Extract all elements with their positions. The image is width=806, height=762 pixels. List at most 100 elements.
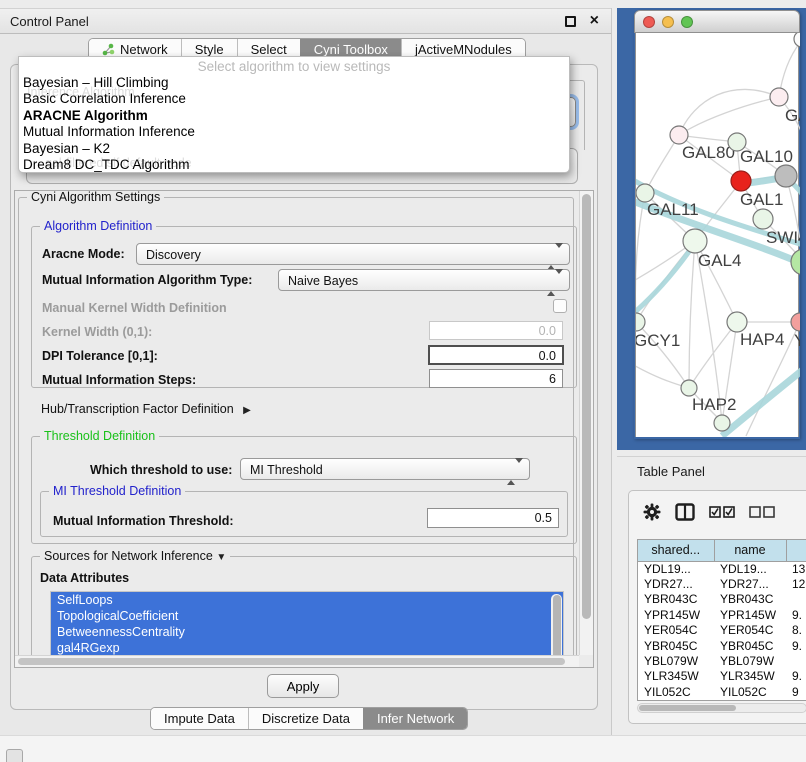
collapsed-arrow-icon[interactable]: ▶	[243, 405, 251, 416]
table-row[interactable]: YBR043CYBR043C	[638, 592, 806, 607]
stepper-arrows-icon	[547, 274, 563, 292]
attribute-list-item[interactable]: SelfLoops	[51, 592, 563, 608]
apply-button[interactable]: Apply	[267, 674, 339, 698]
network-node[interactable]	[775, 165, 797, 187]
tab-impute-data[interactable]: Impute Data	[151, 708, 248, 729]
network-node-hap4[interactable]	[727, 312, 747, 332]
mi-steps-field[interactable]: 6	[429, 369, 563, 388]
network-node-swi4[interactable]	[753, 209, 773, 229]
network-node-hap2[interactable]	[681, 380, 697, 396]
table-cell: 13	[786, 561, 806, 576]
attribute-list-item[interactable]: BetweennessCentrality	[51, 624, 563, 640]
algorithm-option[interactable]: Bayesian – K2	[21, 141, 567, 157]
table-cell: YIL052C	[638, 684, 714, 699]
mi-threshold-label: Mutual Information Threshold:	[53, 514, 234, 528]
table-row[interactable]: YLR345WYLR345W9.	[638, 669, 806, 684]
tab-label: Infer Network	[377, 711, 454, 726]
maximize-window-button[interactable]	[681, 16, 693, 28]
network-node-gal1[interactable]	[731, 171, 751, 191]
table-cell	[786, 592, 806, 607]
node-label: GAL	[785, 106, 800, 125]
split-pane-icon[interactable]	[675, 503, 695, 521]
table-row[interactable]: YIL052CYIL052C9	[638, 684, 806, 699]
node-label: GAL80	[682, 143, 735, 162]
table-cell: YBR043C	[638, 592, 714, 607]
algorithm-option[interactable]: Dream8 DC_TDC Algorithm	[21, 157, 567, 173]
attribute-list-item[interactable]: TopologicalCoefficient	[51, 608, 563, 624]
network-node[interactable]	[714, 415, 730, 431]
algorithm-option[interactable]: Bayesian – Hill Climbing	[21, 75, 567, 91]
attribute-list-item[interactable]: gal4RGexp	[51, 640, 563, 656]
aracne-mode-combobox[interactable]: Discovery	[136, 243, 570, 265]
close-window-button[interactable]	[643, 16, 655, 28]
hub-definition-toggle[interactable]: Hub/Transcription Factor Definition ▶	[41, 402, 251, 416]
network-window-titlebar[interactable]	[634, 10, 800, 33]
node-label: GAL4	[698, 251, 741, 270]
column-header[interactable]: A	[786, 540, 806, 561]
node-label: GCY1	[636, 331, 680, 350]
expanded-arrow-icon[interactable]: ▼	[216, 552, 226, 563]
settings-horizontal-scrollbar[interactable]	[15, 655, 579, 667]
table-toolbar	[643, 503, 806, 521]
tab-label: Select	[251, 42, 287, 57]
algorithm-definition-legend: Algorithm Definition	[40, 219, 156, 233]
which-threshold-combobox[interactable]: MI Threshold	[240, 458, 530, 480]
algorithm-option[interactable]: Mutual Information Inference	[21, 124, 567, 140]
column-header[interactable]: name	[714, 540, 786, 561]
network-node[interactable]	[794, 33, 800, 47]
mi-type-combobox[interactable]: Naive Bayes	[278, 269, 570, 291]
select-all-icon[interactable]	[709, 505, 735, 519]
threshold-definition-legend: Threshold Definition	[40, 429, 159, 443]
table-horizontal-scrollbar[interactable]	[637, 703, 806, 713]
minimized-panel-icon[interactable]	[6, 749, 23, 762]
float-panel-icon[interactable]	[565, 16, 576, 27]
mi-threshold-field[interactable]: 0.5	[427, 508, 559, 528]
kernel-width-field[interactable]: 0.0	[429, 321, 563, 340]
node-label: HAP2	[692, 395, 736, 414]
dpi-tolerance-field[interactable]: 0.0	[428, 345, 564, 365]
network-node-gal80[interactable]	[670, 126, 688, 144]
column-header[interactable]: shared...	[638, 540, 714, 561]
settings-vertical-scrollbar[interactable]	[579, 191, 593, 655]
network-node[interactable]	[791, 249, 800, 275]
table-panel-divider	[617, 456, 806, 457]
table-row[interactable]: YBR045CYBR045C9.	[638, 638, 806, 653]
table-cell: 9.	[786, 638, 806, 653]
tab-discretize-data[interactable]: Discretize Data	[248, 708, 363, 729]
manual-kernel-checkbox[interactable]	[553, 299, 567, 313]
table-cell	[786, 653, 806, 668]
network-node-gal[interactable]	[770, 88, 788, 106]
network-edge	[689, 241, 695, 388]
control-panel-window: Control Panel × NetworkStyleSelectCyni T…	[0, 8, 612, 735]
tab-infer-network[interactable]: Infer Network	[363, 708, 467, 729]
table-cell: YLR345W	[714, 669, 786, 684]
sources-legend[interactable]: Sources for Network Inference ▼	[40, 549, 230, 563]
gear-icon[interactable]	[643, 503, 661, 521]
table-cell: 12	[786, 576, 806, 591]
algorithm-option-list: Bayesian – Hill ClimbingBasic Correlatio…	[21, 75, 567, 173]
cyni-settings-legend: Cyni Algorithm Settings	[27, 190, 164, 204]
minimize-window-button[interactable]	[662, 16, 674, 28]
settings-scroll-pane: Cyni Algorithm Settings Algorithm Defini…	[14, 190, 594, 668]
close-panel-icon[interactable]: ×	[590, 12, 599, 30]
network-node-gcy1[interactable]	[636, 313, 645, 331]
node-label: Y	[794, 331, 800, 350]
dpi-tolerance-label: DPI Tolerance [0,1]:	[42, 349, 158, 363]
table-cell: YIL052C	[714, 684, 786, 699]
table-row[interactable]: YDL19...YDL19...13	[638, 561, 806, 576]
algorithm-option[interactable]: Basic Correlation Inference	[21, 91, 567, 107]
node-label: GAL10	[740, 147, 793, 166]
table-row[interactable]: YER054CYER054C8.	[638, 623, 806, 638]
network-node-gal4[interactable]	[683, 229, 707, 253]
network-node-y[interactable]	[791, 313, 800, 331]
algorithm-option[interactable]: ARACNE Algorithm	[21, 108, 567, 124]
table-cell: YER054C	[638, 623, 714, 638]
algorithm-definition-group: Algorithm Definition Aracne Mode: Discov…	[31, 226, 577, 388]
table-row[interactable]: YDR27...YDR27...12	[638, 576, 806, 591]
network-canvas[interactable]: GALGAL80GAL10GAL1GAL11SWI4GAL4GCY1HAP4YH…	[635, 33, 799, 437]
stepper-arrows-icon	[507, 463, 523, 481]
kernel-width-label: Kernel Width (0,1):	[42, 325, 152, 339]
table-row[interactable]: YPR145WYPR145W9.	[638, 607, 806, 622]
deselect-all-icon[interactable]	[749, 505, 775, 519]
table-row[interactable]: YBL079WYBL079W	[638, 653, 806, 668]
